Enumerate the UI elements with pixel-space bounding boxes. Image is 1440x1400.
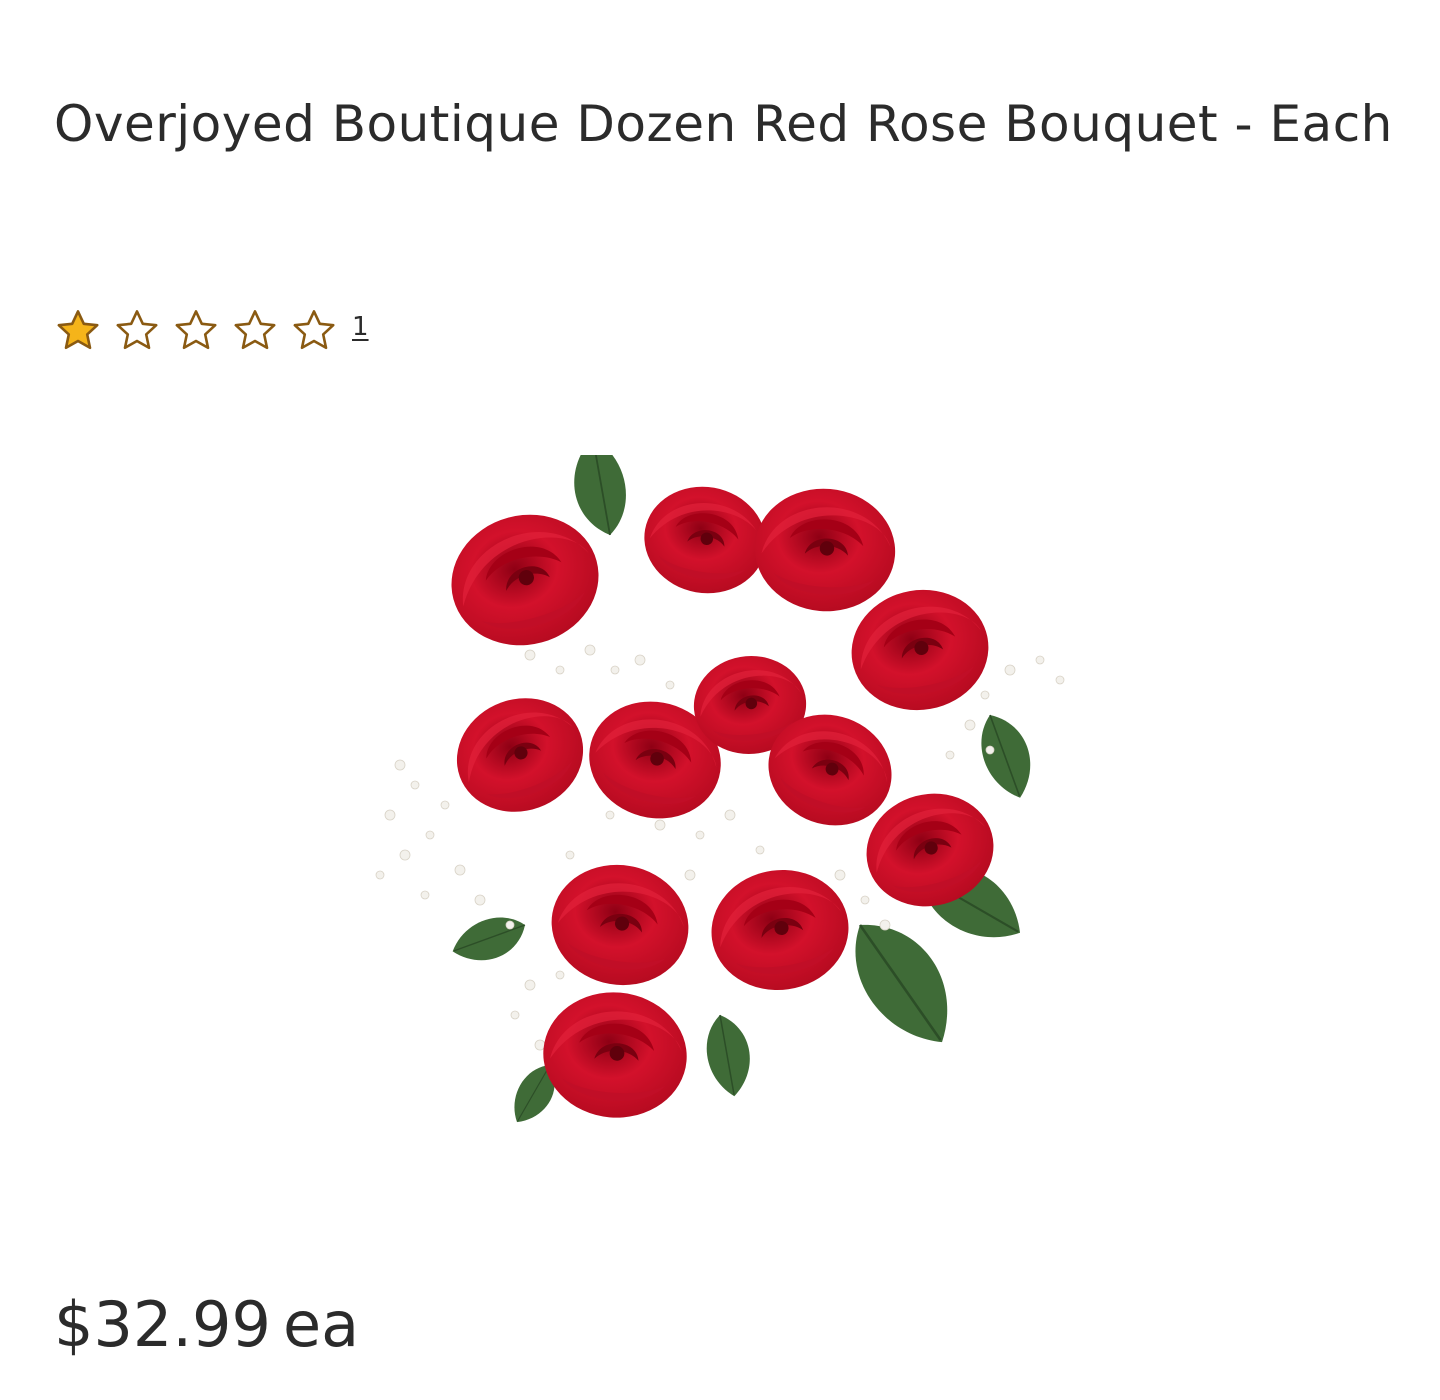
red-rose-bouquet-image xyxy=(375,455,1065,1132)
review-count-link[interactable]: 1 xyxy=(352,312,369,342)
product-title: Overjoyed Boutique Dozen Red Rose Bouque… xyxy=(54,95,1393,153)
price-amount: $32.99 xyxy=(54,1288,271,1361)
star-rating[interactable]: 1 xyxy=(54,306,369,356)
star-empty-icon xyxy=(116,310,158,350)
star-empty-icon xyxy=(234,310,276,350)
star-empty-icon xyxy=(293,310,335,350)
price-unit: ea xyxy=(282,1288,360,1361)
star-filled-icon xyxy=(57,310,99,350)
star-empty-icon xyxy=(175,310,217,350)
product-price: $32.99 ea xyxy=(54,1288,359,1361)
